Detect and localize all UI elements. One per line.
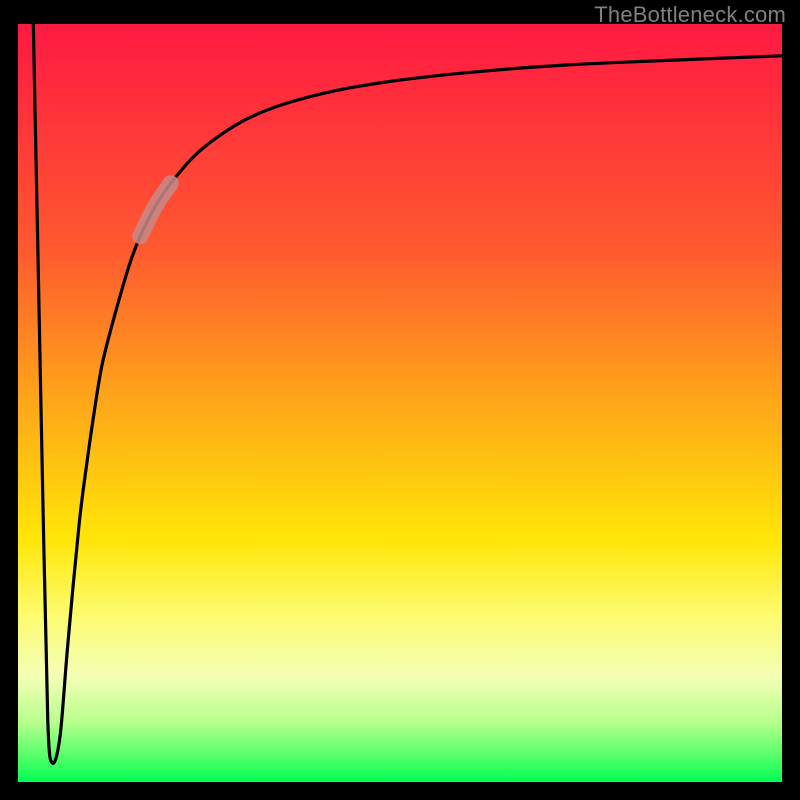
- attribution-text: TheBottleneck.com: [594, 2, 786, 28]
- bottleneck-curve: [33, 24, 782, 763]
- curve-layer: [18, 24, 782, 782]
- chart-stage: TheBottleneck.com: [0, 0, 800, 800]
- curve-highlight-segment: [140, 183, 171, 236]
